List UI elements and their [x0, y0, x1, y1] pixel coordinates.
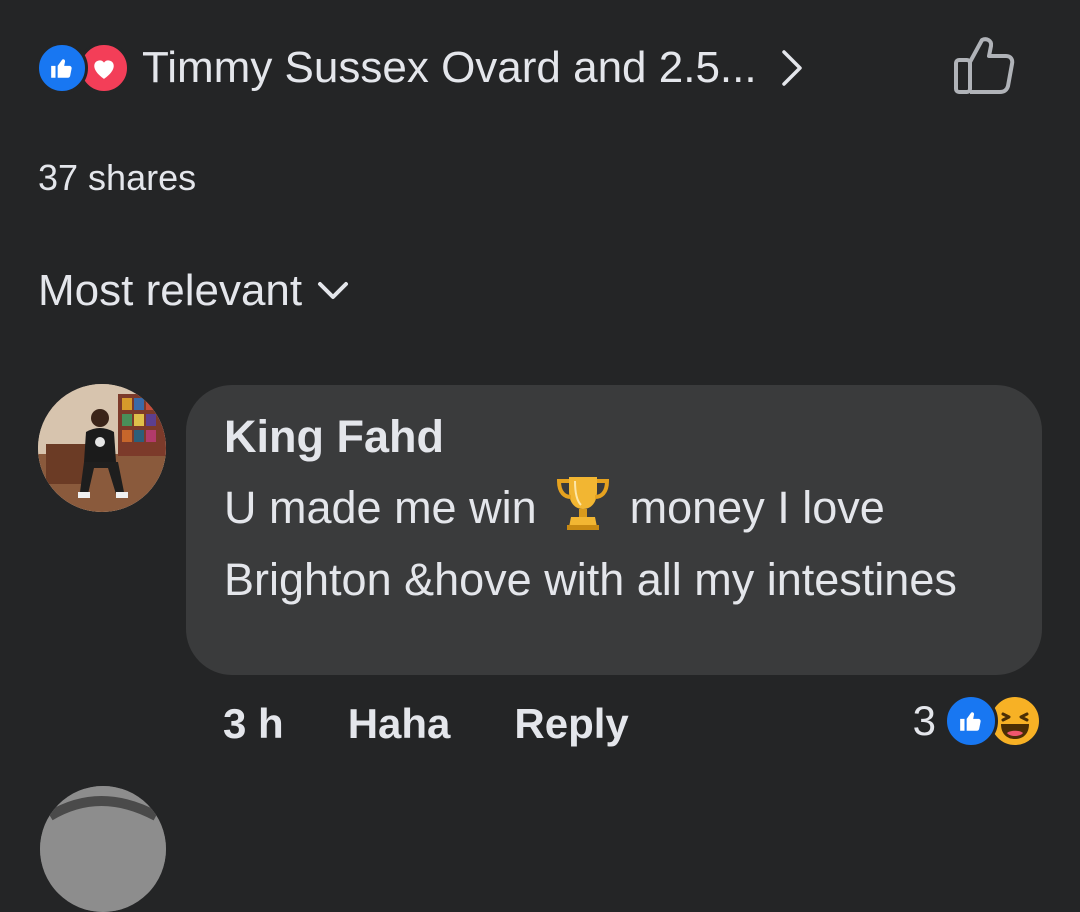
- comment-actions: 3 h Haha Reply: [223, 698, 693, 750]
- comment-reaction-summary[interactable]: 3: [913, 693, 1042, 749]
- like-reaction-icon: [36, 42, 88, 94]
- reaction-count: 3: [912, 697, 936, 744]
- reply-button[interactable]: Reply: [514, 700, 628, 748]
- comment-text-part-1: U made me win: [224, 482, 537, 533]
- reactors-text: Timmy Sussex Ovard and 2.5...: [142, 43, 757, 92]
- trophy-icon: [555, 473, 611, 548]
- chevron-down-icon: [316, 280, 350, 302]
- haha-button[interactable]: Haha: [348, 700, 451, 748]
- chevron-right-icon: [779, 48, 805, 88]
- comment-text: U made me win money I love Brighton &hov…: [224, 473, 1004, 612]
- reactors-link[interactable]: Timmy Sussex Ovard and 2.5...: [36, 38, 805, 98]
- like-icon: [944, 694, 998, 748]
- comment-author[interactable]: King Fahd: [224, 411, 444, 463]
- sort-label: Most relevant: [38, 266, 303, 315]
- shares-count[interactable]: 37 shares: [38, 157, 196, 199]
- avatar[interactable]: [38, 384, 166, 512]
- like-button[interactable]: [950, 34, 1018, 100]
- comment-bubble: King Fahd U made me win money I love Bri…: [186, 385, 1042, 675]
- next-comment-avatar[interactable]: [40, 786, 166, 912]
- sort-dropdown[interactable]: Most relevant: [38, 266, 350, 316]
- thumbs-up-outline-icon: [952, 34, 1016, 101]
- comment-timestamp[interactable]: 3 h: [223, 700, 284, 748]
